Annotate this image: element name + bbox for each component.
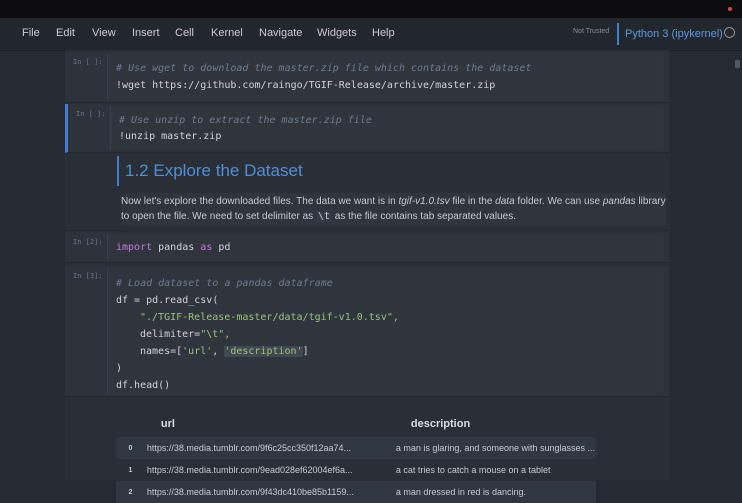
table-header-index bbox=[116, 411, 145, 437]
cell-prompt: In [ ]: bbox=[76, 110, 106, 118]
menu-file[interactable]: File bbox=[22, 27, 40, 39]
param-name: delimiter= bbox=[140, 329, 201, 340]
keyword: import bbox=[116, 242, 153, 253]
markdown-paragraph: Now let's explore the downloaded files. … bbox=[121, 193, 666, 225]
code-line: names=['url', 'description'] bbox=[140, 346, 309, 357]
code-line: "./TGIF-Release-master/data/tgif-v1.0.ts… bbox=[140, 312, 399, 323]
table-row: 1 https://38.media.tumblr.com/9ead028ef6… bbox=[116, 459, 596, 481]
code-editor[interactable]: # Use unzip to extract the master.zip fi… bbox=[110, 106, 663, 150]
alias-name: pd bbox=[212, 242, 231, 253]
cell-url: https://38.media.tumblr.com/9f6c25cc350f… bbox=[146, 443, 352, 453]
code-cell-load[interactable]: In [3]: # Load dataset to a pandas dataf… bbox=[65, 266, 669, 397]
scrollbar-thumb[interactable] bbox=[735, 60, 740, 68]
window-top-bar bbox=[0, 0, 742, 18]
menu-view[interactable]: View bbox=[92, 27, 116, 39]
table-row: 0 https://38.media.tumblr.com/9f6c25cc35… bbox=[116, 437, 596, 459]
param-value: "\t", bbox=[200, 329, 231, 340]
para-text: folder. We can use bbox=[514, 196, 603, 207]
menu-widgets[interactable]: Widgets bbox=[317, 27, 357, 39]
para-lib: pandas bbox=[602, 196, 636, 207]
para-folder: data bbox=[495, 196, 515, 207]
cell-description: a man dressed in red is dancing. bbox=[395, 487, 526, 497]
kernel-status-icon bbox=[724, 27, 735, 38]
menu-kernel[interactable]: Kernel bbox=[211, 27, 243, 39]
para-text: Now let's explore the downloaded files. … bbox=[121, 196, 399, 207]
heading-bar bbox=[117, 156, 119, 186]
para-inline-code: \t bbox=[315, 211, 332, 222]
code-editor[interactable]: # Use wget to download the master.zip fi… bbox=[107, 54, 663, 100]
menu-help[interactable]: Help bbox=[372, 27, 395, 39]
code-editor[interactable]: # Load dataset to a pandas dataframe df … bbox=[107, 268, 663, 394]
cell-url: https://38.media.tumblr.com/9f43dc410be8… bbox=[146, 487, 354, 497]
menu-cell[interactable]: Cell bbox=[175, 27, 194, 39]
code-editor[interactable]: import pandas as pd bbox=[107, 234, 663, 260]
cell-description: a man is glaring, and someone with sungl… bbox=[395, 443, 595, 453]
cell-url: https://38.media.tumblr.com/9ead028ef620… bbox=[146, 465, 353, 475]
table-header-url: url bbox=[144, 411, 395, 437]
table-row: 2 https://38.media.tumblr.com/9f43dc410b… bbox=[116, 481, 596, 503]
bracket: ] bbox=[302, 346, 309, 357]
section-heading: 1.2 Explore the Dataset bbox=[125, 161, 303, 180]
cell-prompt: In [ ]: bbox=[73, 58, 103, 66]
menu-bar: File Edit View Insert Cell Kernel Naviga… bbox=[0, 18, 742, 51]
param-value: 'url' bbox=[182, 346, 213, 357]
cell-description: a cat tries to catch a mouse on a tablet bbox=[395, 465, 551, 475]
kernel-name[interactable]: Python 3 (ipykernel) bbox=[617, 23, 723, 45]
code-line: df = pd.read_csv( bbox=[116, 295, 219, 306]
code-line: ) bbox=[116, 363, 123, 374]
module-name: pandas bbox=[152, 242, 201, 253]
code-comment: # Use wget to download the master.zip fi… bbox=[116, 63, 532, 74]
code-comment: # Load dataset to a pandas dataframe bbox=[116, 278, 333, 289]
para-file: tgif-v1.0.tsv bbox=[398, 196, 450, 207]
markdown-cell[interactable]: 1.2 Explore the Dataset Now let's explor… bbox=[65, 154, 669, 231]
table-header-description: description bbox=[394, 411, 596, 437]
dataframe-table: url description 0 https://38.media.tumbl… bbox=[116, 411, 596, 503]
code-line: delimiter="\t", bbox=[140, 329, 230, 340]
code-cell-wget[interactable]: In [ ]: # Use wget to download the maste… bbox=[65, 52, 669, 103]
param-value: 'description' bbox=[224, 346, 303, 357]
keyword: as bbox=[200, 242, 213, 253]
row-index: 2 bbox=[128, 488, 133, 496]
menu-navigate[interactable]: Navigate bbox=[259, 27, 302, 39]
row-index: 0 bbox=[128, 444, 133, 452]
trust-status[interactable]: Not Trusted bbox=[573, 28, 609, 35]
code-line: !wget https://github.com/raingo/TGIF-Rel… bbox=[116, 80, 496, 91]
cell-prompt: In [2]: bbox=[73, 238, 103, 246]
code-line: import pandas as pd bbox=[116, 242, 230, 253]
row-index: 1 bbox=[128, 466, 133, 474]
code-cell-import[interactable]: In [2]: import pandas as pd bbox=[65, 232, 669, 263]
record-indicator-icon bbox=[728, 7, 732, 11]
para-text: file in the bbox=[449, 196, 496, 207]
code-cell-unzip[interactable]: In [ ]: # Use unzip to extract the maste… bbox=[65, 104, 669, 153]
table-header-row: url description bbox=[116, 411, 596, 437]
menu-edit[interactable]: Edit bbox=[56, 27, 75, 39]
code-line: !unzip master.zip bbox=[119, 131, 222, 142]
cell-prompt: In [3]: bbox=[73, 272, 103, 280]
para-text: as the file contains tab separated value… bbox=[331, 211, 516, 222]
separator: , bbox=[212, 346, 225, 357]
code-comment: # Use unzip to extract the master.zip fi… bbox=[119, 115, 372, 126]
code-line: df.head() bbox=[116, 380, 171, 391]
param-name: names=[ bbox=[140, 346, 183, 357]
menu-insert[interactable]: Insert bbox=[132, 27, 160, 39]
